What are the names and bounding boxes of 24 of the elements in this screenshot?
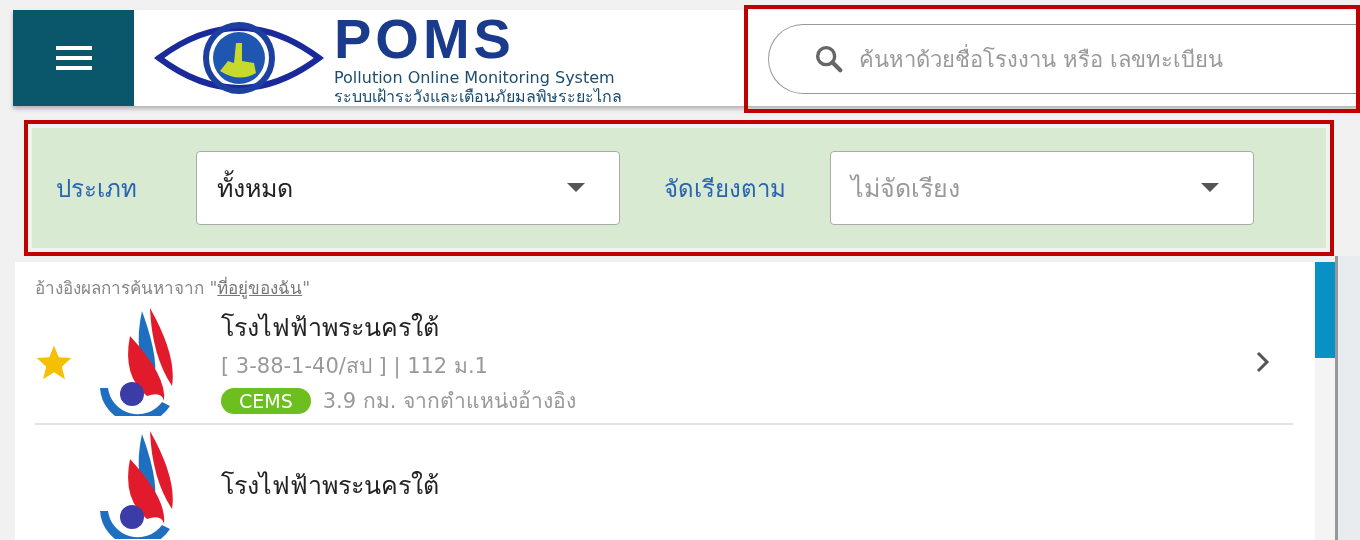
organization-logo-icon bbox=[99, 308, 173, 416]
plant-code: [ 3-88-1-40/สป ] | 112 ม.1 bbox=[221, 353, 489, 381]
dropdown[interactable]: ไม่จัดเรียง bbox=[830, 151, 1254, 225]
filter-label: จัดเรียงตาม bbox=[664, 173, 786, 205]
search-field[interactable]: ค้นหาด้วยชื่อโรงงาน หรือ เลขทะเบียน bbox=[768, 24, 1356, 94]
chevron-right-icon[interactable] bbox=[1255, 350, 1271, 374]
plant-name: โรงไฟฟ้าพระนครใต้ bbox=[221, 470, 440, 502]
organization-logo-icon bbox=[99, 431, 173, 539]
reference-note: อ้างอิงผลการค้นหาจาก "ที่อยู่ของฉัน" bbox=[34, 275, 312, 301]
star-icon[interactable] bbox=[35, 344, 73, 380]
dropdown[interactable]: ทั้งหมด bbox=[196, 151, 620, 225]
logo-title: POMS bbox=[334, 10, 516, 68]
caret-icon bbox=[1201, 183, 1219, 193]
filter-label: ประเภท bbox=[56, 173, 138, 205]
menu-icon bbox=[55, 45, 92, 71]
menu-button[interactable] bbox=[13, 10, 134, 106]
caret-icon bbox=[567, 183, 585, 193]
logo-subtitle: ระบบเฝ้าระวังและเตือนภัยมลพิษระยะไกล bbox=[334, 87, 622, 106]
logo-subtitle: Pollution Online Monitoring System bbox=[334, 68, 616, 87]
scrollbar-thumb[interactable] bbox=[1315, 262, 1335, 358]
location-link[interactable]: ที่อยู่ของฉัน bbox=[217, 278, 303, 298]
cems-badge: CEMS bbox=[221, 387, 311, 414]
plant-name: โรงไฟฟ้าพระนครใต้ bbox=[221, 312, 440, 344]
distance-text: 3.9 กม. จากตำแหน่งอ้างอิง bbox=[322, 388, 577, 415]
